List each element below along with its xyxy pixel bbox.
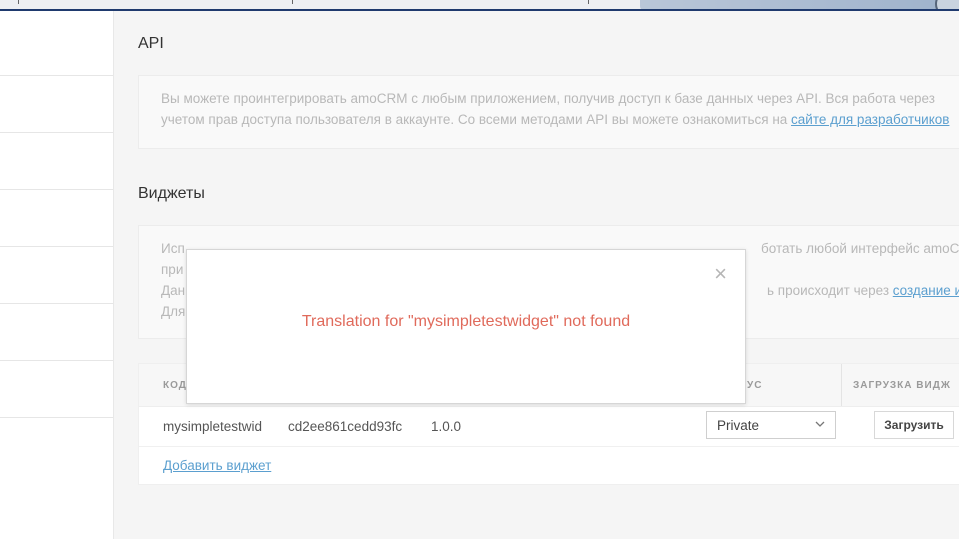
browser-top-strip	[0, 0, 959, 11]
api-description-line1: Вы можете проинтегрировать amoCRM с любы…	[161, 91, 935, 106]
close-icon[interactable]: ×	[714, 263, 727, 285]
api-description-text: учетом прав доступа пользователя в аккау…	[161, 112, 792, 127]
sidebar-item[interactable]	[0, 11, 113, 76]
strip-mark	[292, 0, 293, 4]
chevron-down-icon	[815, 416, 825, 435]
sidebar-item[interactable]	[0, 304, 113, 361]
status-select[interactable]: Private	[706, 411, 836, 439]
error-modal: × Translation for "mysimpletestwidget" n…	[186, 249, 746, 404]
api-description-box: Вы можете проинтегрировать amoCRM с любы…	[138, 75, 959, 149]
widgets-section-title: Виджеты	[138, 185, 205, 202]
sidebar-item[interactable]	[0, 361, 113, 418]
sidebar-item[interactable]	[0, 190, 113, 247]
widget-version: 1.0.0	[431, 419, 462, 434]
status-select-value: Private	[717, 418, 760, 433]
widgets-line3-end-text: ь происходит через	[767, 283, 893, 298]
header-divider	[841, 364, 842, 406]
widgets-line1-end: ботать любой интерфейс amoCRM	[761, 241, 959, 256]
widgets-line3-start: Дан	[161, 283, 186, 298]
api-description-line2: учетом прав доступа пользователя в аккау…	[161, 109, 959, 130]
api-section-title: API	[138, 35, 164, 52]
widget-code: mysimpletestwid	[163, 419, 263, 434]
sidebar-item[interactable]	[0, 247, 113, 304]
strip-mark	[588, 0, 589, 4]
header-upload: ЗАГРУЗКА ВИДЖ	[853, 380, 951, 391]
developers-site-link[interactable]: сайте для разработчиков	[791, 112, 949, 127]
table-row: mysimpletestwid cd2ee861cedd93fc 1.0.0 P…	[139, 406, 959, 447]
upload-widget-button[interactable]: Загрузить	[874, 411, 954, 439]
widgets-line3-end: ь происходит через создание ин	[767, 280, 959, 301]
create-integration-link[interactable]: создание ин	[893, 283, 959, 298]
sidebar-item[interactable]	[0, 133, 113, 190]
sidebar-item[interactable]	[0, 76, 113, 133]
add-widget-link[interactable]: Добавить виджет	[163, 458, 271, 473]
widgets-line1-start: Исп	[161, 241, 185, 256]
widget-secret: cd2ee861cedd93fc	[288, 419, 403, 434]
header-code: КОД	[163, 380, 187, 391]
header-status: УС	[747, 380, 763, 391]
desktop-knob-icon	[935, 0, 959, 9]
settings-sidebar	[0, 11, 114, 539]
desktop-background-strip	[640, 0, 950, 9]
strip-mark	[18, 0, 19, 4]
error-message: Translation for "mysimpletestwidget" not…	[301, 313, 631, 330]
